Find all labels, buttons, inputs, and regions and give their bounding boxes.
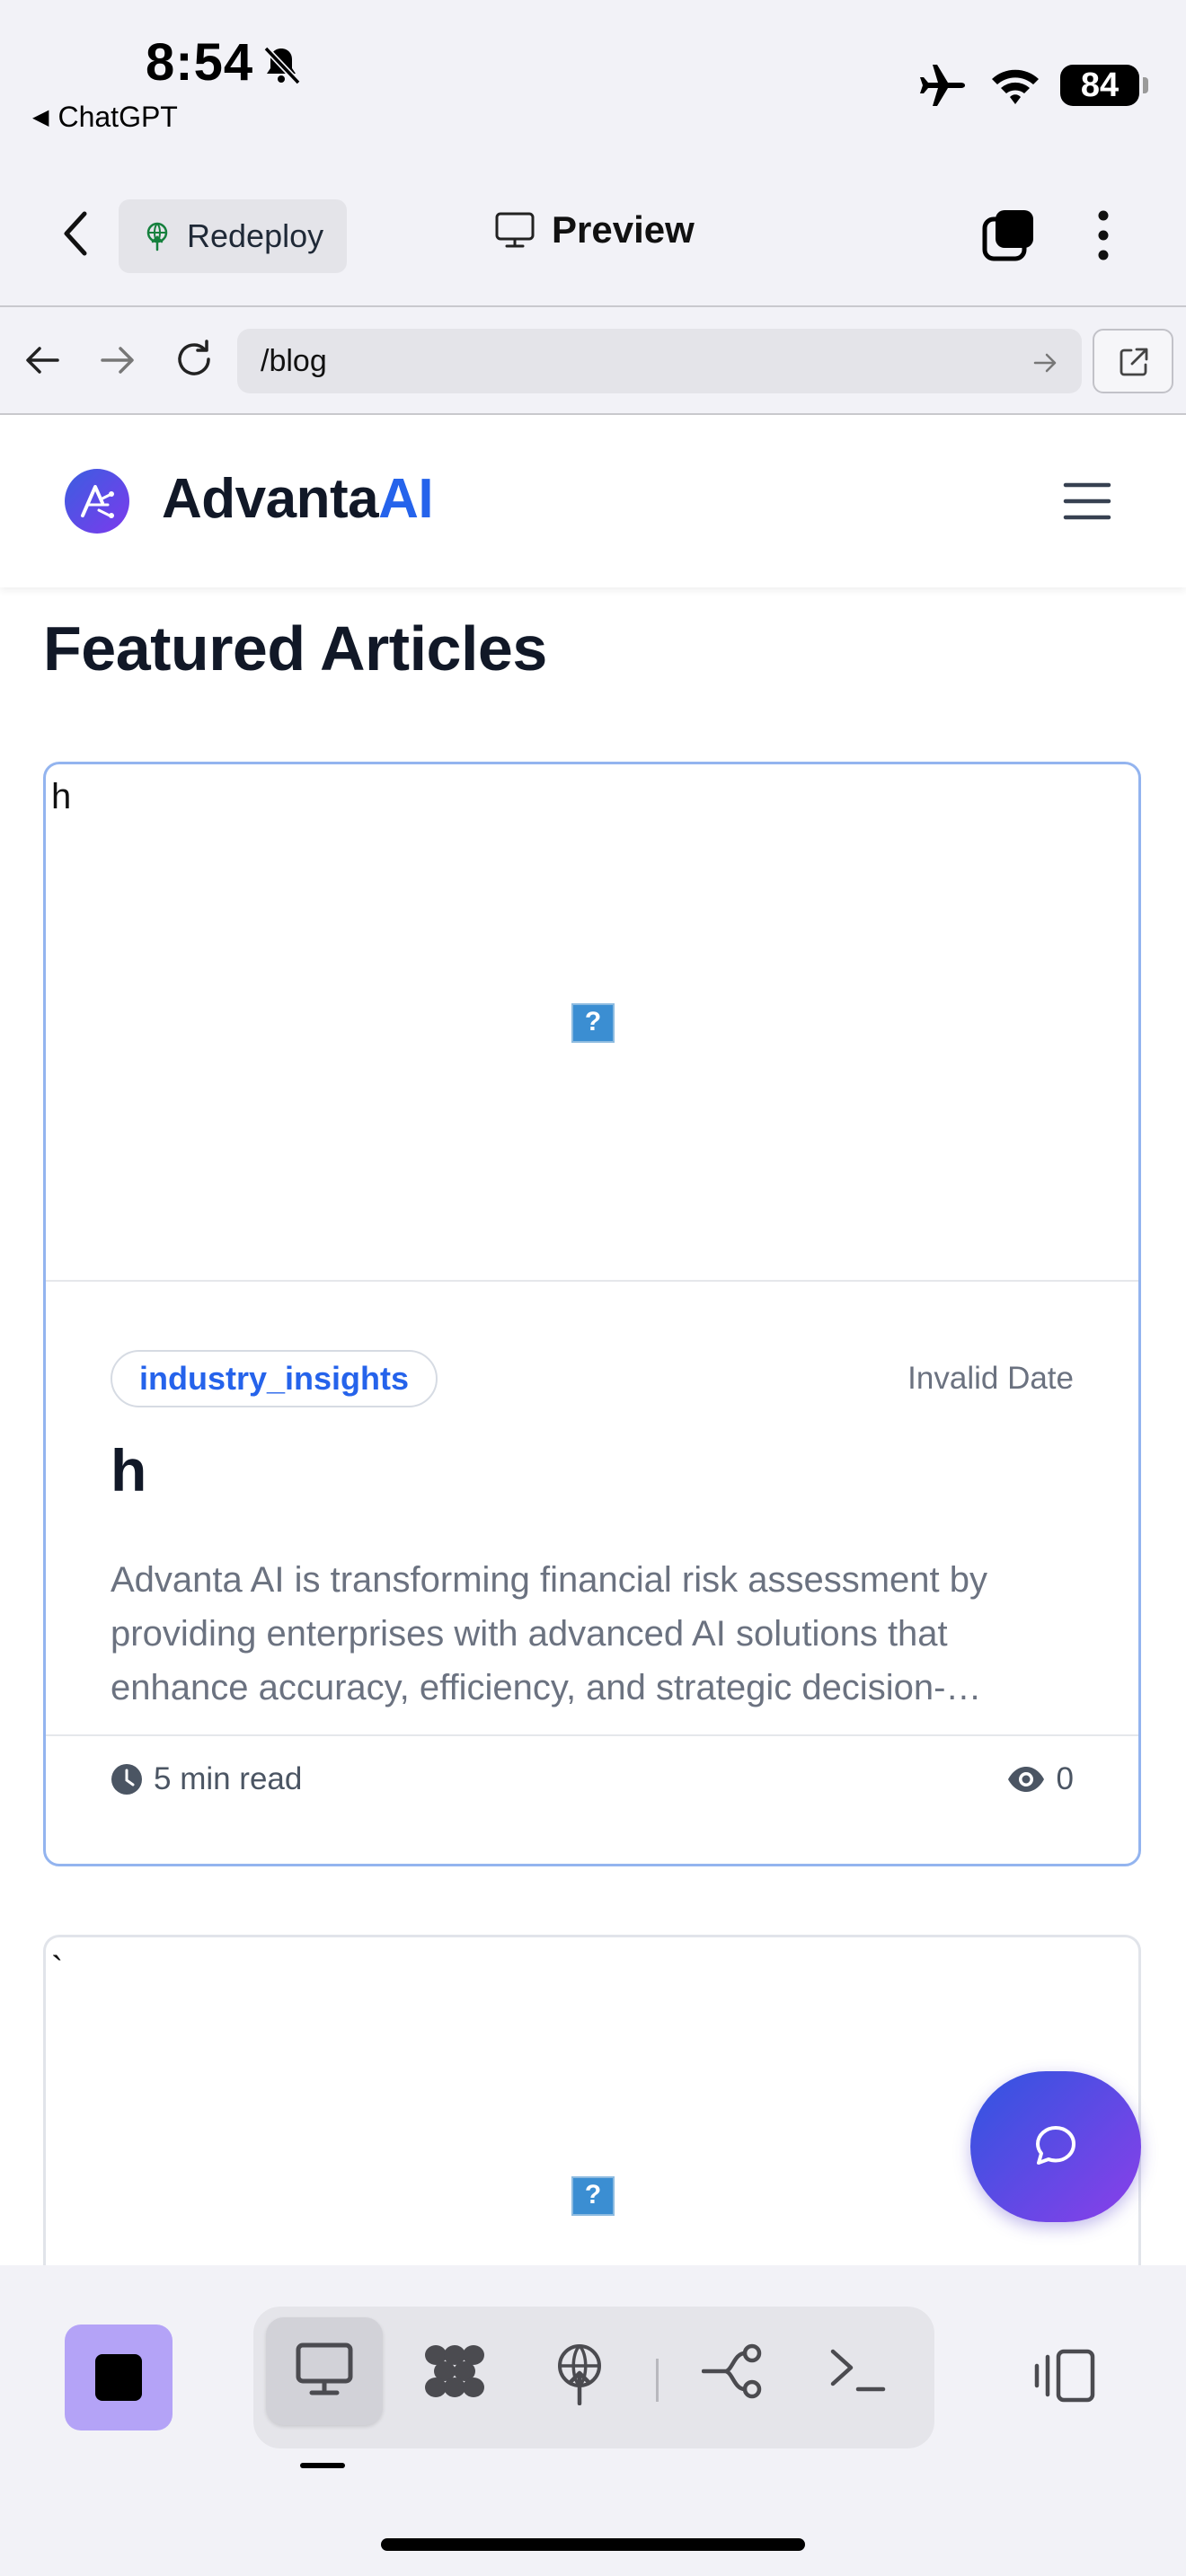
deploy-tool[interactable]: [521, 2317, 638, 2425]
url-input[interactable]: [237, 329, 1082, 393]
image-alt-text: h: [51, 777, 72, 816]
components-tool[interactable]: [394, 2317, 510, 2425]
active-tool-indicator: [300, 2463, 345, 2468]
clock-icon: [111, 1764, 142, 1795]
brand-main: Advanta: [162, 468, 379, 530]
chat-bubble-icon: [1036, 2126, 1075, 2165]
branch-tool[interactable]: [672, 2317, 789, 2425]
components-icon: [425, 2345, 484, 2397]
status-indicators: 84: [809, 59, 1186, 113]
stop-button[interactable]: [65, 2325, 173, 2430]
open-external-icon: [1120, 348, 1148, 376]
back-triangle-icon: ◀: [32, 105, 49, 129]
deploy-icon: [558, 2344, 601, 2405]
broken-image-icon: ?: [571, 2176, 615, 2216]
site-header: AdvantaAI: [0, 415, 1186, 587]
more-options-icon[interactable]: [1084, 207, 1123, 264]
bell-muted-icon: [263, 46, 301, 85]
url-go-arrow-icon[interactable]: [1030, 347, 1062, 379]
post-title[interactable]: h: [111, 1436, 146, 1504]
back-chevron-icon[interactable]: [54, 207, 99, 260]
image-alt-text: `: [51, 1950, 64, 1989]
read-time-label: 5 min read: [154, 1761, 303, 1796]
broken-image-icon: ?: [571, 1003, 615, 1043]
post-excerpt: Advanta AI is transforming financial ris…: [111, 1560, 987, 1707]
terminal-icon: [830, 2349, 886, 2392]
section-title: Featured Articles: [43, 613, 547, 684]
battery-indicator: 84: [1060, 65, 1139, 106]
tool-divider: [656, 2359, 659, 2402]
desktop-preview-tool[interactable]: [266, 2317, 383, 2425]
advanta-logo[interactable]: [65, 469, 129, 534]
airplane-mode-icon: [920, 65, 965, 106]
tool-group: [253, 2307, 934, 2448]
panel-toggle-icon[interactable]: [1033, 2348, 1096, 2404]
logo-glyph-icon: [81, 485, 114, 518]
app-bar: Redeploy Preview: [0, 162, 1186, 305]
category-badge[interactable]: industry_insights: [111, 1350, 438, 1407]
eye-icon: [1007, 1767, 1044, 1792]
card-divider: [46, 1280, 1138, 1282]
preview-label: Preview: [552, 208, 695, 251]
tabs-icon[interactable]: [981, 208, 1035, 262]
read-time: 5 min read: [111, 1761, 302, 1797]
nav-forward-icon[interactable]: [97, 340, 138, 381]
reload-icon[interactable]: [171, 336, 217, 383]
view-count: 0: [1006, 1761, 1074, 1797]
browser-bar: [0, 305, 1186, 415]
redeploy-button[interactable]: Redeploy: [119, 199, 347, 273]
back-app-label: ChatGPT: [58, 101, 178, 133]
back-to-app-link[interactable]: ◀ ChatGPT: [32, 101, 178, 134]
desktop-preview-icon: [296, 2342, 353, 2395]
article-card[interactable]: h ? industry_insights Invalid Date h Adv…: [43, 762, 1141, 1866]
redeploy-label: Redeploy: [187, 217, 324, 254]
preview-tab[interactable]: Preview: [494, 208, 695, 251]
brand-name[interactable]: AdvantaAI: [162, 467, 434, 531]
post-date: Invalid Date: [907, 1361, 1074, 1396]
card-footer-divider: [46, 1734, 1138, 1736]
brand-accent: AI: [378, 468, 434, 530]
view-count-value: 0: [1056, 1761, 1074, 1796]
monitor-icon: [495, 212, 535, 248]
status-bar: 8:54 ◀ ChatGPT 84: [0, 0, 1186, 162]
chat-button[interactable]: [970, 2071, 1141, 2222]
nav-back-icon[interactable]: [22, 340, 63, 381]
branch-icon: [702, 2343, 762, 2399]
bottom-toolbar: [0, 2265, 1186, 2576]
open-external-button[interactable]: [1093, 329, 1173, 393]
wifi-icon: [992, 69, 1039, 104]
terminal-tool[interactable]: [800, 2317, 916, 2425]
status-time: 8:54: [146, 33, 254, 92]
battery-cap: [1143, 77, 1148, 93]
hamburger-menu-icon[interactable]: [1060, 476, 1114, 526]
redeploy-icon: [146, 222, 168, 251]
home-indicator: [381, 2538, 805, 2551]
